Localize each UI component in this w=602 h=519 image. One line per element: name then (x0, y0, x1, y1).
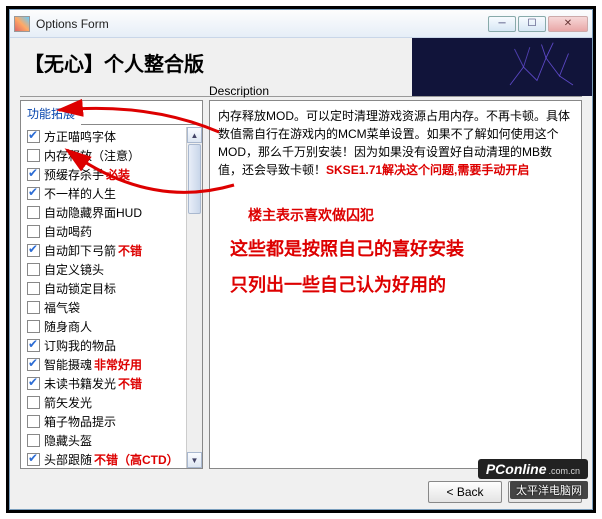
check-item[interactable]: 随身商人 (25, 317, 186, 336)
checkbox[interactable] (27, 168, 40, 181)
check-label: 自动锁定目标 (44, 280, 116, 297)
check-label: 智能摄魂 (44, 356, 92, 373)
check-label: 隐藏头盔 (44, 432, 92, 449)
check-item[interactable]: 自动隐藏界面HUD (25, 203, 186, 222)
check-label: 方正喵鸣字体 (44, 128, 116, 145)
check-suffix: 不错（高CTD） (94, 451, 179, 468)
arrow-note: 楼主表示喜欢做囚犯 (248, 205, 573, 226)
checkbox[interactable] (27, 301, 40, 314)
check-label: 随身商人 (44, 318, 92, 335)
check-label: 自动卸下弓箭 (44, 242, 116, 259)
check-label: 自定义镜头 (44, 261, 104, 278)
close-button[interactable]: ✕ (548, 16, 588, 32)
checklist: 方正喵鸣字体内存释放（注意）预缓存杀手 必装不一样的人生自动隐藏界面HUD自动喝… (21, 127, 186, 468)
description-warning: SKSE1.71解决这个问题,需要手动开启 (326, 163, 529, 177)
checkbox[interactable] (27, 320, 40, 333)
header: 【无心】个人整合版 (10, 38, 592, 96)
checkbox[interactable] (27, 434, 40, 447)
check-item[interactable]: 智能摄魂 非常好用 (25, 355, 186, 374)
checkbox[interactable] (27, 149, 40, 162)
watermark: PConline.com.cn 太平洋电脑网 (478, 459, 588, 499)
checkbox[interactable] (27, 130, 40, 143)
check-item[interactable]: 订购我的物品 (25, 336, 186, 355)
window-title: Options Form (36, 17, 488, 31)
check-item[interactable]: 隐藏头盔 (25, 431, 186, 450)
checkbox[interactable] (27, 206, 40, 219)
check-suffix: 非常好用 (94, 356, 142, 373)
check-label: 箭矢发光 (44, 394, 92, 411)
description-box: 内存释放MOD。可以定时清理游戏资源占用内存。不再卡顿。具体数值需自行在游戏内的… (209, 100, 582, 469)
sidebar: 功能拓展 方正喵鸣字体内存释放（注意）预缓存杀手 必装不一样的人生自动隐藏界面H… (20, 100, 203, 469)
scrollbar[interactable]: ▲ ▼ (186, 127, 202, 468)
scroll-down-icon[interactable]: ▼ (187, 452, 202, 468)
check-item[interactable]: 福气袋 (25, 298, 186, 317)
check-suffix: 必装 (106, 166, 130, 183)
checkbox[interactable] (27, 339, 40, 352)
checkbox[interactable] (27, 282, 40, 295)
maximize-button[interactable]: ☐ (518, 16, 546, 32)
check-label: 未读书籍发光 (44, 375, 116, 392)
check-item[interactable]: 未读书籍发光 不错 (25, 374, 186, 393)
checkbox[interactable] (27, 187, 40, 200)
checkbox[interactable] (27, 396, 40, 409)
checkbox[interactable] (27, 263, 40, 276)
check-item[interactable]: 自定义镜头 (25, 260, 186, 279)
app-icon (14, 16, 30, 32)
check-item[interactable]: 自动卸下弓箭 不错 (25, 241, 186, 260)
check-label: 订购我的物品 (44, 337, 116, 354)
check-item[interactable]: 方正喵鸣字体 (25, 127, 186, 146)
check-label: 预缓存杀手 (44, 166, 104, 183)
check-label: 不一样的人生 (44, 185, 116, 202)
check-item[interactable]: 头部跟随 不错（高CTD） (25, 450, 186, 468)
check-label: 内存释放（注意） (44, 147, 140, 164)
check-label: 自动喝药 (44, 223, 92, 240)
check-item[interactable]: 自动锁定目标 (25, 279, 186, 298)
check-item[interactable]: 预缓存杀手 必装 (25, 165, 186, 184)
check-suffix: 不错 (118, 375, 142, 392)
header-art (412, 38, 592, 96)
check-label: 福气袋 (44, 299, 80, 316)
checkbox[interactable] (27, 377, 40, 390)
check-item[interactable]: 箭矢发光 (25, 393, 186, 412)
checkbox[interactable] (27, 453, 40, 466)
minimize-button[interactable]: ─ (488, 16, 516, 32)
overlay-text: 这些都是按照自己的喜好安装 只列出一些自己认为好用的 (230, 231, 571, 303)
sidebar-group-label: 功能拓展 (21, 101, 202, 124)
check-label: 头部跟随 (44, 451, 92, 468)
deer-icon (492, 40, 582, 94)
check-item[interactable]: 不一样的人生 (25, 184, 186, 203)
check-label: 箱子物品提示 (44, 413, 116, 430)
description-label: Description (209, 84, 269, 98)
check-label: 自动隐藏界面HUD (44, 204, 142, 221)
check-item[interactable]: 内存释放（注意） (25, 146, 186, 165)
checkbox[interactable] (27, 244, 40, 257)
check-item[interactable]: 箱子物品提示 (25, 412, 186, 431)
page-title: 【无心】个人整合版 (24, 48, 398, 77)
titlebar: Options Form ─ ☐ ✕ (10, 10, 592, 38)
window: Options Form ─ ☐ ✕ 【无心】个人整合版 功能拓展 (9, 9, 593, 510)
checkbox[interactable] (27, 358, 40, 371)
check-suffix: 不错 (118, 242, 142, 259)
scroll-thumb[interactable] (188, 144, 201, 214)
checkbox[interactable] (27, 415, 40, 428)
scroll-up-icon[interactable]: ▲ (187, 127, 202, 143)
check-item[interactable]: 自动喝药 (25, 222, 186, 241)
checkbox[interactable] (27, 225, 40, 238)
